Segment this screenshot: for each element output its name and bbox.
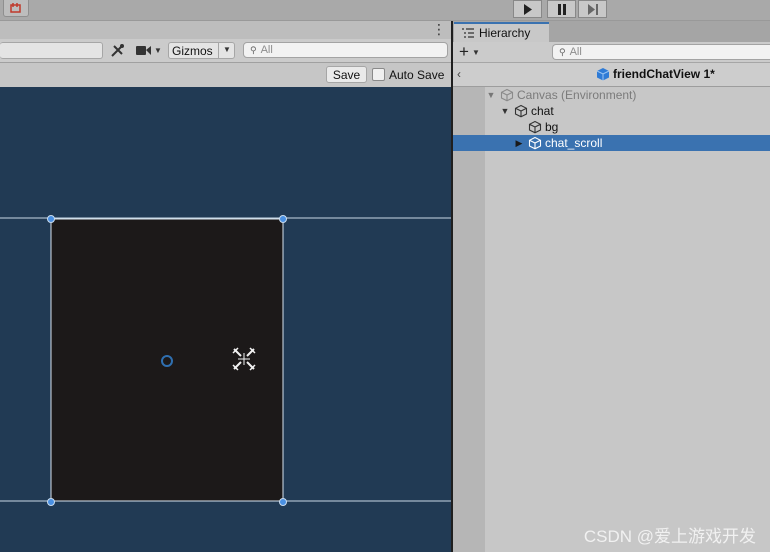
scene-drawing bbox=[0, 215, 451, 506]
hierarchy-search-placeholder: All bbox=[569, 46, 582, 58]
scene-save-bar: Save Auto Save bbox=[0, 63, 451, 87]
save-label: Save bbox=[332, 67, 361, 82]
watermark: CSDN @爱上游戏开发 bbox=[583, 527, 756, 546]
save-button[interactable]: Save bbox=[326, 66, 367, 83]
top-toolbar bbox=[0, 0, 770, 21]
tree-item-chat-scroll[interactable]: ▶ chat_scroll bbox=[453, 135, 770, 151]
selected-rect[interactable] bbox=[50, 218, 284, 502]
play-icon bbox=[523, 3, 532, 15]
gizmos-label: Gizmos bbox=[172, 43, 213, 58]
collapsed-arrow-icon[interactable]: ▶ bbox=[514, 138, 524, 148]
back-chevron-icon[interactable]: ‹ bbox=[457, 67, 461, 81]
gameobject-icon bbox=[528, 120, 542, 134]
add-object-dropdown[interactable]: + ▼ bbox=[459, 42, 487, 61]
camera-dropdown[interactable]: ▼ bbox=[136, 42, 164, 59]
tree-item-label: bg bbox=[545, 120, 559, 134]
plus-icon: + bbox=[459, 42, 469, 61]
hierarchy-toolbar: + ▼ ⚲ All bbox=[453, 42, 770, 63]
prefab-header: ‹ friendChatView 1* bbox=[453, 63, 770, 87]
prefab-title: friendChatView 1* bbox=[596, 67, 715, 81]
gameobject-icon bbox=[528, 136, 542, 150]
step-button[interactable] bbox=[578, 0, 607, 18]
pause-button[interactable] bbox=[547, 0, 576, 18]
chevron-down-icon: ▼ bbox=[154, 46, 162, 55]
scene-toolbar: ▼ Gizmos ▼ ⚲ All bbox=[0, 39, 451, 63]
tab-hierarchy[interactable]: Hierarchy bbox=[454, 22, 549, 42]
chevron-down-icon: ▼ bbox=[471, 47, 480, 57]
rect-handle-top-right[interactable] bbox=[279, 215, 287, 223]
step-icon bbox=[587, 3, 598, 15]
tree-item-bg[interactable]: bg bbox=[453, 119, 770, 135]
scene-search-input[interactable]: ⚲ All bbox=[243, 42, 448, 58]
expand-arrow-icon[interactable]: ▼ bbox=[486, 90, 496, 100]
tree-item-label: Canvas (Environment) bbox=[517, 88, 637, 102]
play-button[interactable] bbox=[513, 0, 542, 18]
hierarchy-gutter bbox=[453, 87, 485, 552]
tools-icon bbox=[111, 44, 124, 57]
chevron-down-icon: ▼ bbox=[223, 45, 231, 54]
auto-save-label: Auto Save bbox=[389, 68, 445, 82]
auto-save-checkbox[interactable] bbox=[372, 68, 385, 81]
scene-canvas[interactable] bbox=[0, 87, 451, 552]
prefab-title-label: friendChatView 1* bbox=[613, 67, 715, 81]
gizmos-dropdown[interactable]: Gizmos ▼ bbox=[168, 42, 235, 59]
collab-icon[interactable] bbox=[3, 0, 29, 17]
prefab-cube-icon bbox=[596, 68, 610, 81]
tree-item-chat[interactable]: ▼ chat bbox=[453, 103, 770, 119]
pause-icon bbox=[557, 3, 566, 15]
hierarchy-tab-label: Hierarchy bbox=[479, 26, 531, 40]
draw-mode-dropdown[interactable] bbox=[0, 42, 103, 59]
tree-item-label: chat_scroll bbox=[545, 136, 603, 150]
search-icon: ⚲ bbox=[250, 44, 257, 55]
camera-icon bbox=[136, 46, 151, 55]
scene-tab-strip: ⋮ bbox=[0, 21, 451, 39]
rect-handle-top-left[interactable] bbox=[47, 215, 55, 223]
hierarchy-search-input[interactable]: ⚲ All bbox=[552, 44, 770, 60]
tree-item-canvas-environment[interactable]: ▼ Canvas (Environment) bbox=[453, 87, 770, 103]
list-icon bbox=[462, 28, 474, 38]
tree-item-label: chat bbox=[531, 104, 554, 118]
dropdown-divider bbox=[218, 43, 219, 58]
more-options-icon[interactable]: ⋮ bbox=[432, 22, 446, 36]
rect-handle-bottom-right[interactable] bbox=[279, 498, 287, 506]
tools-toggle[interactable] bbox=[109, 42, 129, 59]
scene-search-placeholder: All bbox=[260, 44, 273, 56]
hierarchy-tree bbox=[485, 87, 770, 552]
gameobject-icon bbox=[500, 88, 514, 102]
expand-arrow-icon[interactable]: ▼ bbox=[500, 106, 510, 116]
search-icon: ⚲ bbox=[559, 46, 566, 57]
gameobject-icon bbox=[514, 104, 528, 118]
rect-handle-bottom-left[interactable] bbox=[47, 498, 55, 506]
